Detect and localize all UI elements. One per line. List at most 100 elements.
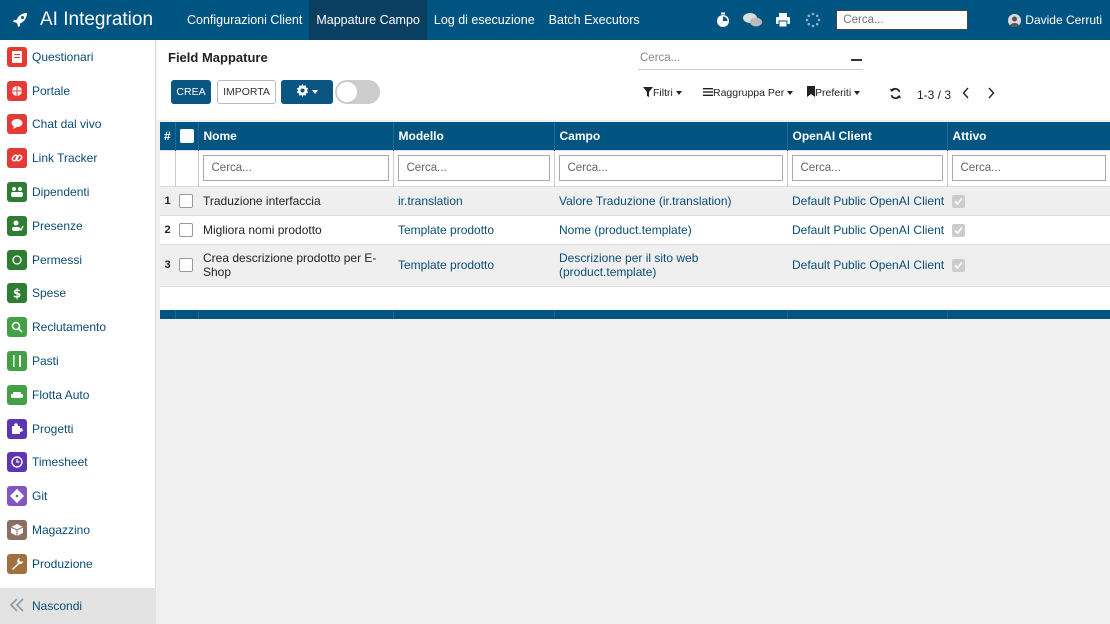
- table-row[interactable]: 3 Crea descrizione prodotto per E-Shop Tem…: [160, 243, 1110, 286]
- globe-icon: [7, 80, 27, 101]
- check-icon: [954, 197, 963, 205]
- cell-openai-client[interactable]: Default Public OpenAI Client: [787, 185, 947, 215]
- column-header-openai-client[interactable]: OpenAI Client: [787, 122, 948, 150]
- activity-timer-icon[interactable]: [713, 10, 733, 30]
- sidebar-item-presenze[interactable]: Presenze: [0, 209, 155, 243]
- check-icon: [954, 226, 963, 234]
- filters-dropdown[interactable]: Filtri: [643, 86, 682, 100]
- sidebar-item-label: Portale: [32, 83, 71, 98]
- main-menu: Configurazioni Client Mappature Campo Lo…: [180, 0, 647, 40]
- filter-modello-input[interactable]: Cerca...: [397, 155, 550, 181]
- pager-next-icon[interactable]: [983, 84, 999, 102]
- menu-item-batch-executors[interactable]: Batch Executors: [542, 0, 647, 40]
- sidebar-item-flotta-auto[interactable]: Flotta Auto: [0, 378, 155, 412]
- hide-sidebar-button[interactable]: Nascondi: [0, 588, 156, 624]
- sidebar-item-git[interactable]: Git: [0, 479, 155, 513]
- sidebar-item-permessi[interactable]: Permessi: [0, 243, 155, 277]
- table-row[interactable]: 2 Migliora nomi prodotto Template prodotto…: [160, 214, 1110, 244]
- sidebar-item-label: Permessi: [32, 252, 83, 267]
- footer-cell: [198, 310, 394, 319]
- cell-modello[interactable]: Template prodotto: [393, 214, 554, 244]
- chevron-down-icon: [787, 91, 794, 95]
- row-select-cell: [175, 214, 198, 244]
- cell-campo[interactable]: Valore Traduzione (ir.translation): [554, 185, 787, 215]
- sidebar-item-magazzino[interactable]: Magazzino: [0, 513, 155, 547]
- pager-value[interactable]: 1-3 / 3: [917, 88, 951, 102]
- sidebar-item-label: Dipendenti: [32, 185, 90, 200]
- cell-campo[interactable]: Nome (product.template): [554, 214, 787, 244]
- cell-nome[interactable]: Migliora nomi prodotto: [198, 214, 393, 244]
- sidebar-item-chat-dal-vivo[interactable]: Chat dal vivo: [0, 108, 155, 142]
- sidebar-item-label: Spese: [32, 286, 67, 301]
- row-checkbox[interactable]: [179, 222, 193, 237]
- filter-campo-input[interactable]: Cerca...: [558, 155, 783, 181]
- sidebar-item-timesheet[interactable]: Timesheet: [0, 446, 155, 480]
- search-input[interactable]: Cerca...: [638, 52, 863, 70]
- sidebar-item-reclutamento[interactable]: Reclutamento: [0, 310, 155, 344]
- filter-cell-openai-client: Cerca...: [787, 149, 948, 186]
- cell-openai-client[interactable]: Default Public OpenAI Client: [787, 214, 947, 244]
- cell-openai-client[interactable]: Default Public OpenAI Client: [787, 243, 947, 286]
- select-all-cell: [175, 122, 199, 150]
- menu-item-mappature-campo[interactable]: Mappature Campo: [309, 0, 427, 40]
- footer-cell: [160, 310, 176, 319]
- groupby-dropdown[interactable]: Raggruppa Per: [703, 86, 794, 100]
- filter-nome-input[interactable]: Cerca...: [202, 155, 389, 181]
- sidebar-item-portale[interactable]: Portale: [0, 74, 155, 108]
- column-header-modello[interactable]: Modello: [393, 122, 555, 150]
- cell-modello[interactable]: Template prodotto: [393, 243, 554, 286]
- sidebar-item-link-tracker[interactable]: Link Tracker: [0, 141, 155, 175]
- column-header-attivo[interactable]: Attivo: [947, 122, 1110, 150]
- column-header-nome[interactable]: Nome: [198, 122, 394, 150]
- menu-item-configurazioni-client[interactable]: Configurazioni Client: [180, 0, 309, 40]
- avatar: [1008, 13, 1022, 27]
- refresh-icon[interactable]: [887, 84, 903, 102]
- print-icon[interactable]: [773, 10, 793, 30]
- user-check-icon: [7, 215, 27, 236]
- favorites-dropdown[interactable]: Preferiti: [807, 86, 861, 100]
- select-all-checkbox[interactable]: [179, 129, 194, 144]
- top-navbar: AI Integration Configurazioni Client Map…: [0, 0, 1110, 40]
- table-row[interactable]: 1 Traduzione interfaccia ir.translation Val…: [160, 185, 1110, 215]
- messages-icon[interactable]: [743, 10, 763, 30]
- sidebar-item-label: Magazzino: [32, 523, 91, 538]
- chevron-down-icon: [854, 91, 861, 95]
- column-header-campo[interactable]: Campo: [554, 122, 788, 150]
- footer-cell: [393, 310, 555, 319]
- sidebar-item-spese[interactable]: $ Spese: [0, 277, 155, 311]
- sidebar-item-pasti[interactable]: Pasti: [0, 344, 155, 378]
- actions-dropdown-button[interactable]: [281, 80, 333, 104]
- sidebar-item-progetti[interactable]: Progetti: [0, 412, 155, 446]
- sidebar-item-dipendenti[interactable]: Dipendenti: [0, 175, 155, 209]
- cell-nome[interactable]: Traduzione interfaccia: [198, 185, 393, 215]
- list-icon: [703, 87, 713, 100]
- cell-campo[interactable]: Descrizione per il sito web (product.tem…: [554, 243, 787, 286]
- utensils-icon: [7, 351, 27, 372]
- sidebar-item-label: Flotta Auto: [32, 387, 90, 402]
- cell-modello[interactable]: ir.translation: [393, 185, 554, 215]
- sidebar-item-produzione[interactable]: Produzione: [0, 547, 155, 581]
- control-panel: Field Mappature Cerca... CREA IMPORTA Fi…: [157, 40, 1110, 120]
- filter-cell-nome: Cerca...: [198, 149, 394, 186]
- bookmark-icon: [807, 86, 815, 100]
- row-checkbox[interactable]: [179, 258, 193, 273]
- import-button[interactable]: IMPORTA: [217, 80, 276, 104]
- table-empty-row: [160, 285, 1110, 310]
- filter-openai-client-input[interactable]: Cerca...: [791, 155, 943, 181]
- magnifier-icon: [7, 317, 27, 338]
- filter-attivo-input[interactable]: Cerca...: [951, 155, 1106, 181]
- sidebar-item-questionari[interactable]: Questionari: [0, 40, 155, 74]
- row-checkbox[interactable]: [179, 193, 193, 208]
- view-toggle-switch[interactable]: [335, 80, 380, 104]
- cell-attivo: [947, 185, 1110, 215]
- create-button[interactable]: CREA: [171, 80, 211, 104]
- user-menu[interactable]: Davide Cerruti: [1008, 13, 1102, 27]
- app-brand[interactable]: AI Integration: [0, 0, 180, 40]
- app-sidebar: Questionari Portale Chat dal vivo Link Trac…: [0, 40, 156, 624]
- sidebar-item-label: Link Tracker: [32, 151, 98, 166]
- global-search-input[interactable]: [836, 10, 969, 30]
- pager-previous-icon[interactable]: [958, 84, 974, 102]
- menu-item-log-di-esecuzione[interactable]: Log di esecuzione: [427, 0, 542, 40]
- cell-nome[interactable]: Crea descrizione prodotto per E-Shop: [198, 243, 393, 286]
- search-collapse-icon[interactable]: [851, 59, 862, 61]
